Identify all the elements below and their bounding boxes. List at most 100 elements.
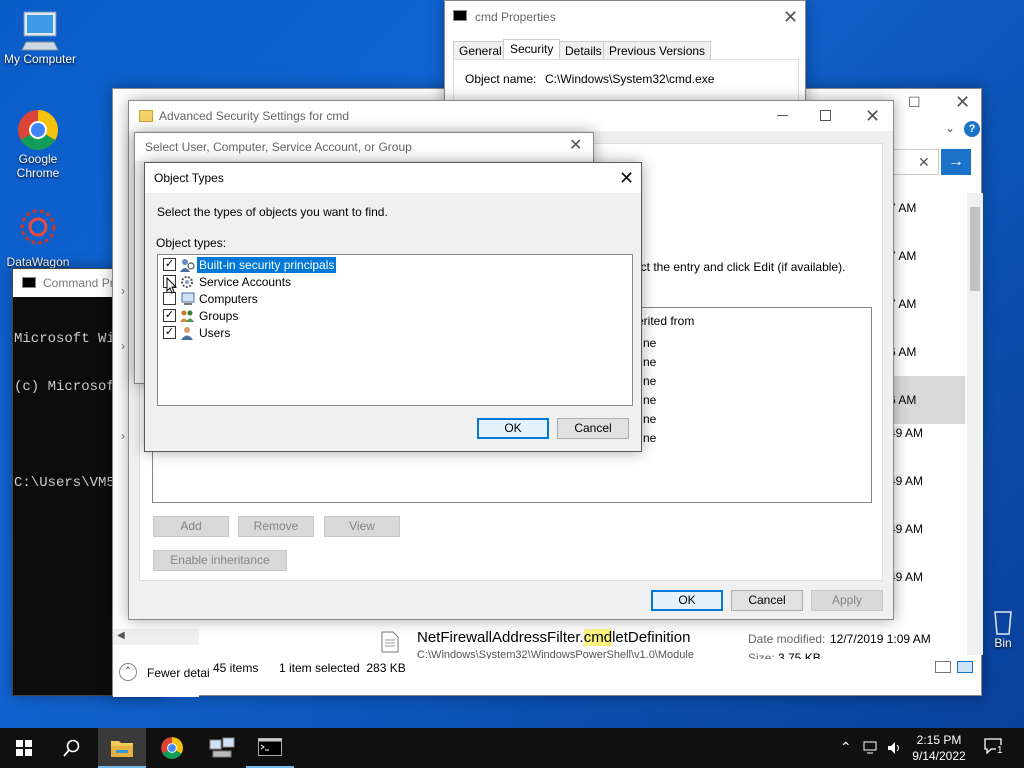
list-item[interactable]: ✓ Built-in security principals	[162, 257, 462, 274]
checkbox-built-in-security-principals[interactable]: ✓	[163, 258, 176, 271]
file-time: 49 AM	[889, 570, 924, 584]
taskbar: ⌃ 2:15 PM 9/14/2022 1	[0, 728, 1024, 768]
groups-icon	[180, 310, 194, 322]
tab-details[interactable]: Details	[559, 41, 608, 59]
add-button[interactable]: Add	[153, 516, 229, 537]
fewer-details-label: Fewer detai	[147, 666, 210, 680]
file-time: 49 AM	[889, 474, 924, 488]
windows-icon	[16, 740, 32, 756]
scroll-left-icon[interactable]: ◀	[117, 630, 125, 641]
close-button[interactable]: ✕	[569, 138, 582, 154]
file-icon	[381, 631, 399, 653]
item-count: 45 items	[213, 661, 259, 675]
search-go-button[interactable]: →	[941, 149, 971, 175]
tab-security[interactable]: Security	[503, 39, 561, 60]
horizontal-scrollbar[interactable]: ◀	[113, 629, 199, 645]
chevron-right-icon[interactable]: ›	[121, 339, 125, 353]
list-item[interactable]: ✓ Groups	[162, 308, 462, 325]
computer-icon	[21, 11, 59, 51]
list-item-label: Service Accounts	[199, 275, 292, 289]
inherited-from-header[interactable]: erited from	[637, 314, 694, 328]
taskbar-chrome[interactable]	[148, 728, 196, 768]
inherited-cell: ne	[643, 355, 657, 369]
checkbox-users[interactable]: ✓	[163, 326, 176, 339]
start-button[interactable]	[0, 728, 48, 768]
network-computers-icon	[209, 737, 235, 758]
file-time: 7 AM	[889, 201, 917, 215]
chevron-down-icon[interactable]: ⌄	[945, 121, 955, 135]
action-center-button[interactable]: 1	[982, 737, 1006, 759]
clock[interactable]: 2:15 PM 9/14/2022	[910, 732, 968, 764]
help-icon[interactable]: ?	[964, 121, 980, 137]
network-icon[interactable]	[863, 741, 879, 755]
desktop-icon-my-computer[interactable]: My Computer	[0, 8, 80, 66]
file-time: 7 AM	[889, 297, 917, 311]
ok-button[interactable]: OK	[651, 590, 723, 611]
mouse-cursor-icon	[166, 277, 178, 294]
list-item[interactable]: Service Accounts	[162, 274, 462, 291]
cmd-output[interactable]: Microsoft Wi (c) Microsoft C:\Users\VM5	[14, 299, 123, 523]
list-item[interactable]: Computers	[162, 291, 462, 308]
window-title: Advanced Security Settings for cmd	[159, 109, 350, 123]
chevron-up-icon: ⌃	[119, 663, 137, 681]
titlebar[interactable]: Select User, Computer, Service Account, …	[135, 133, 593, 161]
time-column: 7 AM 7 AM 7 AM 6 AM 6 AM 49 AM 49 AM 49 …	[883, 199, 969, 616]
clear-search-icon[interactable]: ✕	[918, 154, 930, 171]
tab-bar: General Security Details Previous Versio…	[453, 39, 799, 60]
large-icons-view-icon[interactable]	[957, 661, 973, 673]
enable-inheritance-button[interactable]: Enable inheritance	[153, 550, 287, 571]
tab-general[interactable]: General	[453, 41, 508, 59]
desktop-icon-chrome[interactable]: Google Chrome	[0, 108, 78, 180]
chevron-right-icon[interactable]: ›	[121, 429, 125, 443]
vertical-scrollbar[interactable]	[967, 193, 983, 655]
inherited-cell: ne	[643, 431, 657, 445]
instruction-text: Select the types of objects you want to …	[157, 205, 388, 219]
apply-button[interactable]: Apply	[811, 590, 883, 611]
taskbar-command-prompt[interactable]	[246, 728, 294, 768]
object-types-dialog[interactable]: Object Types ✕ Select the types of objec…	[144, 162, 642, 452]
view-button[interactable]: View	[324, 516, 400, 537]
selection-info: 1 item selected 283 KB	[279, 661, 406, 675]
tab-previous-versions[interactable]: Previous Versions	[603, 41, 712, 59]
details-view-icon[interactable]	[935, 661, 951, 673]
list-item[interactable]: ✓ Users	[162, 325, 462, 342]
taskbar-network-app[interactable]	[198, 728, 246, 768]
scrollbar-thumb[interactable]	[970, 207, 980, 291]
chevron-up-icon[interactable]: ⌃	[840, 739, 852, 756]
file-name-suffix: letDefinition	[612, 629, 691, 646]
search-button[interactable]	[48, 728, 96, 768]
file-time: 49 AM	[889, 522, 924, 536]
titlebar[interactable]: Advanced Security Settings for cmd ✕	[129, 101, 893, 131]
desktop-icon-recycle-bin[interactable]: Bin	[985, 606, 1021, 650]
cmd-properties-window[interactable]: cmd Properties ✕ General Security Detail…	[444, 0, 806, 111]
ok-button[interactable]: OK	[477, 418, 549, 439]
file-list-item[interactable]: NetFirewallAddressFilter.cmdletDefinitio…	[373, 627, 973, 659]
clock-date: 9/14/2022	[912, 749, 966, 763]
window-title: Command Pr	[43, 276, 114, 290]
close-button[interactable]: ✕	[783, 8, 798, 26]
security-principals-icon	[180, 259, 195, 272]
volume-icon[interactable]	[887, 741, 903, 755]
cmd-icon	[22, 277, 36, 288]
taskbar-file-explorer[interactable]	[98, 728, 146, 768]
computer-icon	[181, 292, 195, 305]
list-item-label: Groups	[199, 309, 239, 323]
close-button[interactable]: ✕	[619, 169, 634, 187]
cancel-button[interactable]: Cancel	[557, 418, 629, 439]
remove-button[interactable]: Remove	[238, 516, 314, 537]
desktop-icon-datawagon[interactable]: DataWagon	[0, 205, 78, 269]
minimize-button[interactable]	[777, 115, 788, 116]
titlebar[interactable]: Object Types ✕	[145, 163, 641, 193]
chrome-icon	[161, 737, 183, 759]
file-name: NetFirewallAddressFilter.cmdletDefinitio…	[417, 629, 690, 646]
checkbox-groups[interactable]: ✓	[163, 309, 176, 322]
close-button[interactable]: ✕	[865, 107, 880, 125]
date-modified-label: Date modified:	[748, 632, 826, 646]
maximize-button[interactable]: ☐	[908, 95, 921, 109]
close-button[interactable]: ✕	[955, 93, 970, 111]
object-types-list[interactable]: ✓ Built-in security principals Service A…	[157, 254, 633, 406]
maximize-button[interactable]	[820, 110, 831, 121]
cancel-button[interactable]: Cancel	[731, 590, 803, 611]
cmd-line: (c) Microsoft	[14, 379, 124, 395]
chevron-right-icon[interactable]: ›	[121, 284, 125, 298]
